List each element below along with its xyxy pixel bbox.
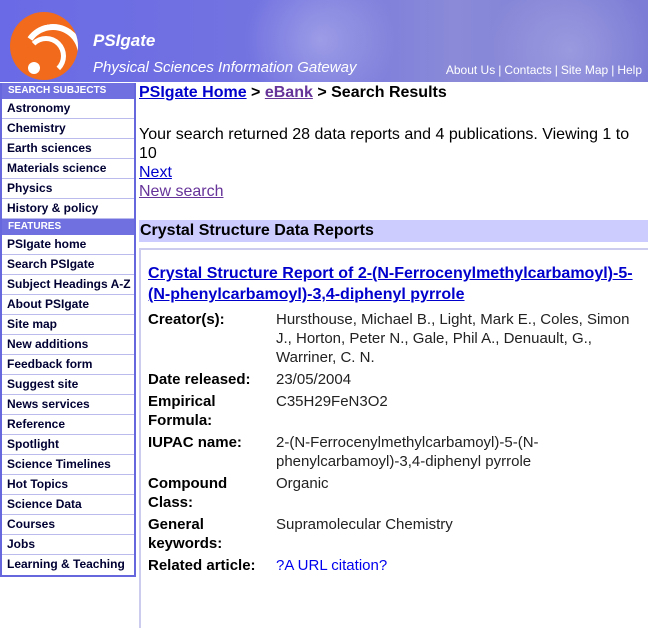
- sidebar-item-science-data[interactable]: Science Data: [2, 495, 134, 515]
- search-subjects-heading: SEARCH SUBJECTS: [2, 83, 134, 99]
- separator: |: [498, 63, 502, 77]
- field-date-released: Date released: 23/05/2004: [148, 370, 648, 389]
- sidebar-item-earth-sciences[interactable]: Earth sciences: [2, 139, 134, 159]
- field-value: 2-(N-Ferrocenylmethylcarbamoyl)-5-(N-phe…: [276, 434, 539, 470]
- breadcrumb-separator: >: [251, 84, 261, 101]
- brand-tagline: Physical Sciences Information Gateway: [93, 59, 357, 76]
- site-map-link[interactable]: Site Map: [561, 63, 608, 77]
- sidebar-item-feedback-form[interactable]: Feedback form: [2, 355, 134, 375]
- sidebar-item-courses[interactable]: Courses: [2, 515, 134, 535]
- breadcrumb-current: Search Results: [331, 84, 447, 101]
- sidebar-item-suggest-site[interactable]: Suggest site: [2, 375, 134, 395]
- field-label: Compound Class:: [148, 475, 228, 511]
- field-creators: Creator(s): Hursthouse, Michael B., Ligh…: [148, 310, 648, 367]
- sidebar-item-spotlight[interactable]: Spotlight: [2, 435, 134, 455]
- sidebar-item-subject-headings[interactable]: Subject Headings A-Z: [2, 275, 134, 295]
- next-page-link[interactable]: Next: [139, 163, 648, 182]
- breadcrumb-separator: >: [317, 84, 327, 101]
- help-link[interactable]: Help: [617, 63, 642, 77]
- breadcrumb: PSIgate Home > eBank > Search Results: [139, 84, 648, 106]
- main-content: PSIgate Home > eBank > Search Results Yo…: [139, 84, 648, 628]
- sidebar-item-physics[interactable]: Physics: [2, 179, 134, 199]
- features-heading: FEATURES: [2, 219, 134, 235]
- sidebar-item-psigate-home[interactable]: PSIgate home: [2, 235, 134, 255]
- new-search-link[interactable]: New search: [139, 182, 648, 201]
- field-value: Organic: [276, 475, 329, 492]
- report-title-link[interactable]: Crystal Structure Report of 2-(N-Ferroce…: [148, 263, 638, 305]
- sidebar-item-search-psigate[interactable]: Search PSIgate: [2, 255, 134, 275]
- field-label: Creator(s):: [148, 311, 225, 328]
- sidebar-item-site-map[interactable]: Site map: [2, 315, 134, 335]
- field-label: Date released:: [148, 371, 251, 388]
- field-general-keywords: General keywords: Supramolecular Chemist…: [148, 515, 648, 553]
- sidebar-item-astronomy[interactable]: Astronomy: [2, 99, 134, 119]
- sidebar-item-jobs[interactable]: Jobs: [2, 535, 134, 555]
- field-empirical-formula: Empirical Formula: C35H29FeN3O2: [148, 392, 648, 430]
- sidebar-item-chemistry[interactable]: Chemistry: [2, 119, 134, 139]
- field-iupac-name: IUPAC name: 2-(N-Ferrocenylmethylcarbamo…: [148, 433, 648, 471]
- contacts-link[interactable]: Contacts: [504, 63, 551, 77]
- report-fields: Creator(s): Hursthouse, Michael B., Ligh…: [148, 310, 648, 575]
- sidebar-item-history-policy[interactable]: History & policy: [2, 199, 134, 219]
- field-label: Related article:: [148, 557, 256, 574]
- results-summary: Your search returned 28 data reports and…: [139, 126, 630, 162]
- related-article-link[interactable]: ?A URL citation?: [276, 556, 636, 575]
- separator: |: [554, 63, 558, 77]
- field-value: C35H29FeN3O2: [276, 393, 388, 410]
- field-compound-class: Compound Class: Organic: [148, 474, 648, 512]
- sidebar-item-about-psigate[interactable]: About PSIgate: [2, 295, 134, 315]
- separator: |: [611, 63, 615, 77]
- top-links: About Us | Contacts | Site Map | Help: [446, 63, 642, 77]
- field-related-article: Related article: ?A URL citation?: [148, 556, 648, 575]
- brand-name: PSIgate: [93, 31, 156, 50]
- field-value: Hursthouse, Michael B., Light, Mark E., …: [276, 311, 630, 366]
- report-card: Crystal Structure Report of 2-(N-Ferroce…: [139, 248, 648, 628]
- section-heading: Crystal Structure Data Reports: [139, 220, 648, 242]
- field-value: 23/05/2004: [276, 371, 352, 388]
- sidebar-nav: SEARCH SUBJECTS Astronomy Chemistry Eart…: [0, 83, 136, 577]
- field-value: Supramolecular Chemistry: [276, 516, 453, 533]
- sidebar-item-learning-teaching[interactable]: Learning & Teaching: [2, 555, 134, 575]
- site-banner: PSIgate Physical Sciences Information Ga…: [0, 0, 648, 82]
- field-label: Empirical Formula:: [148, 393, 216, 429]
- sidebar-item-materials-science[interactable]: Materials science: [2, 159, 134, 179]
- sidebar-item-new-additions[interactable]: New additions: [2, 335, 134, 355]
- sidebar-item-reference[interactable]: Reference: [2, 415, 134, 435]
- field-label: General keywords:: [148, 516, 223, 552]
- breadcrumb-home-link[interactable]: PSIgate Home: [139, 84, 247, 101]
- breadcrumb-ebank-link[interactable]: eBank: [265, 84, 313, 101]
- psigate-logo-icon[interactable]: [10, 12, 78, 80]
- sidebar-item-hot-topics[interactable]: Hot Topics: [2, 475, 134, 495]
- about-us-link[interactable]: About Us: [446, 63, 495, 77]
- sidebar-item-news-services[interactable]: News services: [2, 395, 134, 415]
- sidebar-item-science-timelines[interactable]: Science Timelines: [2, 455, 134, 475]
- field-label: IUPAC name:: [148, 434, 242, 451]
